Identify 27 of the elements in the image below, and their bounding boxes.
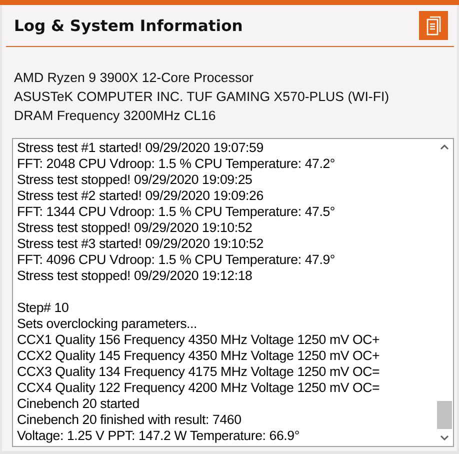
log-line: FFT: 1344 CPU Vdroop: 1.5 % CPU Temperature: 47.5° bbox=[17, 204, 336, 220]
log-line: Stress test stopped! 09/29/2020 19:09:25 bbox=[17, 172, 254, 188]
document-icon bbox=[426, 16, 442, 36]
log-line: Stress test #3 started! 09/29/2020 19:10:52 bbox=[17, 236, 264, 252]
log-line: Stress test #2 started! 09/29/2020 19:09:26 bbox=[17, 188, 264, 204]
system-info-text: DRAM Frequency 3200MHz CL16 bbox=[14, 107, 217, 125]
log-line: Voltage: 1.25 V PPT: 147.2 W Temperature: 66.9° bbox=[17, 428, 300, 444]
log-line: Stress test stopped! 09/29/2020 19:12:18 bbox=[17, 268, 254, 284]
log-line: CCX3 Quality 134 Frequency 4175 MHz Voltage 1250 mV OC= bbox=[17, 364, 381, 380]
log-line: Stress test #1 started! 09/29/2020 19:07:59 bbox=[17, 140, 264, 156]
system-info-text: AMD Ryzen 9 3900X 12-Core Processor bbox=[14, 69, 254, 87]
scroll-up-icon[interactable] bbox=[440, 144, 449, 150]
scroll-down-icon[interactable] bbox=[440, 435, 449, 441]
log-line: Cinebench 20 finished with result: 7460 bbox=[17, 412, 242, 428]
system-info-text: ASUSTeK COMPUTER INC. TUF GAMING X570-PLUS (WI-FI) bbox=[14, 88, 390, 106]
panel-title: Log & System Information bbox=[14, 16, 243, 34]
scroll-thumb[interactable] bbox=[437, 401, 452, 429]
log-line: CCX2 Quality 145 Frequency 4350 MHz Voltage 1250 mV OC+ bbox=[17, 348, 381, 364]
copy-button[interactable] bbox=[419, 11, 448, 40]
log-line: FFT: 4096 CPU Vdroop: 1.5 % CPU Temperature: 47.9° bbox=[17, 252, 336, 268]
log-line: Step# 10 bbox=[17, 300, 70, 316]
log-line: Stress test stopped! 09/29/2020 19:10:52 bbox=[17, 220, 254, 236]
log-line: FFT: 2048 CPU Vdroop: 1.5 % CPU Temperature: 47.2° bbox=[17, 156, 336, 172]
log-line: CCX4 Quality 122 Frequency 4200 MHz Voltage 1250 mV OC= bbox=[17, 380, 381, 396]
log-line: Sets overclocking parameters... bbox=[17, 316, 198, 332]
log-line: Cinebench 20 started bbox=[17, 396, 140, 412]
log-line: CCX1 Quality 156 Frequency 4350 MHz Voltage 1250 mV OC+ bbox=[17, 332, 381, 348]
